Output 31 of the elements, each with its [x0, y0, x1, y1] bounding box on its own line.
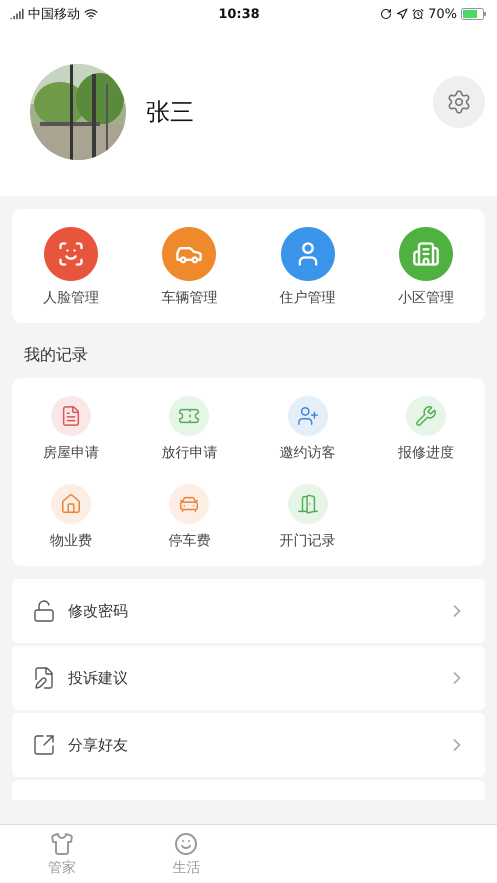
clock: 10:38	[218, 6, 260, 22]
share-icon	[32, 733, 56, 757]
settings-icon	[446, 89, 472, 115]
quick-action[interactable]: 小区管理	[366, 227, 485, 307]
alarm-icon	[412, 8, 424, 20]
record-item[interactable]: 房屋申请	[12, 396, 130, 462]
smile-icon	[174, 832, 198, 856]
menu-row[interactable]: 分享好友	[12, 713, 485, 777]
battery-icon	[460, 8, 487, 20]
unlock-icon	[32, 599, 56, 623]
section-title: 我的记录	[24, 345, 89, 366]
record-item[interactable]: 邀约访客	[248, 396, 367, 462]
menu-row[interactable]: 修改密码	[12, 579, 485, 643]
record-item[interactable]: 开门记录	[248, 484, 367, 550]
quick-action[interactable]: 人脸管理	[12, 227, 130, 307]
carrier: 中国移动	[28, 6, 80, 23]
menu-row[interactable]: 投诉建议	[12, 646, 485, 710]
rotation-lock-icon	[380, 8, 392, 20]
user-name: 张三	[146, 97, 194, 128]
quick-action[interactable]: 车辆管理	[130, 227, 248, 307]
location-icon	[396, 8, 408, 20]
wifi-icon	[84, 7, 98, 21]
shirt-icon	[50, 832, 74, 856]
record-item[interactable]: 报修进度	[366, 396, 485, 462]
quick-action[interactable]: 住户管理	[248, 227, 367, 307]
settings-button[interactable]	[433, 76, 485, 128]
record-item[interactable]: 放行申请	[130, 396, 248, 462]
battery-percent: 70%	[428, 6, 457, 22]
record-item[interactable]: 物业费	[12, 484, 130, 550]
record-item[interactable]: 停车费	[130, 484, 248, 550]
signal-icon	[10, 7, 24, 21]
